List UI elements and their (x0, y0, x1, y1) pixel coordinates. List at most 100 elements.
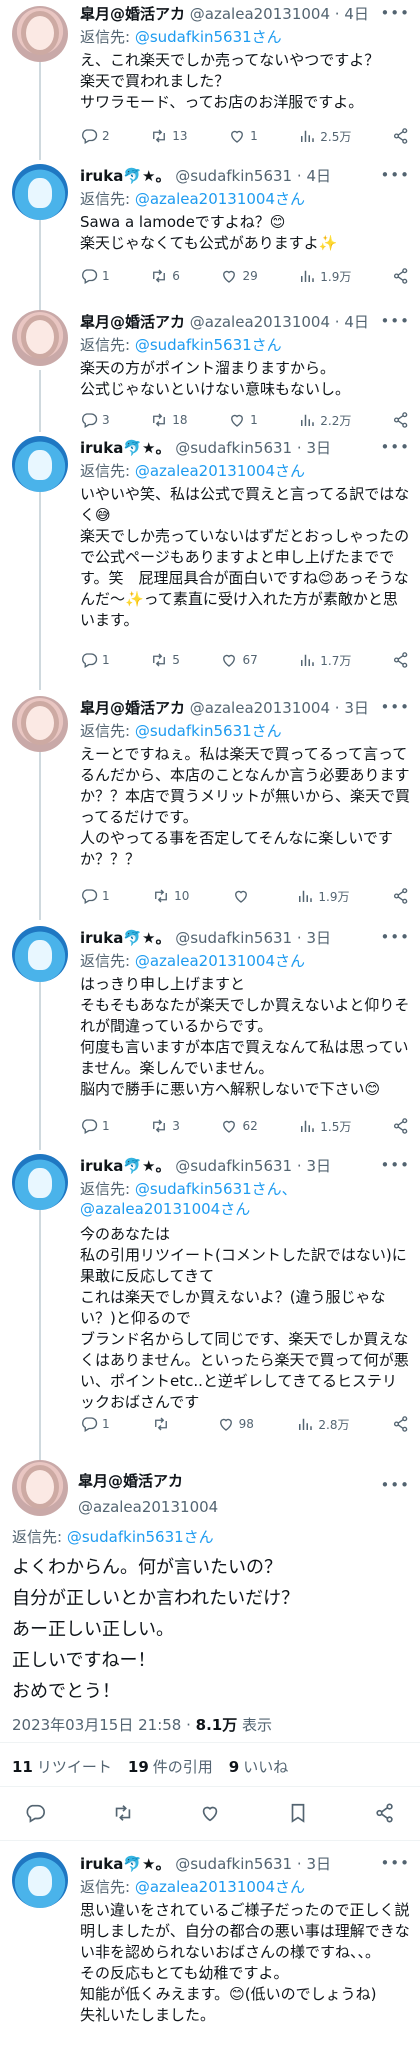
more-options-icon[interactable]: ••• (380, 4, 410, 22)
tweet[interactable]: iruka🐬★。 @sudafkin5631 · 3日 ••• 返信先: @az… (0, 434, 420, 684)
tweet[interactable]: iruka🐬★。 @sudafkin5631 · 3日 ••• 返信先: @su… (0, 1152, 420, 1452)
avatar[interactable] (12, 436, 68, 492)
avatar[interactable] (12, 1852, 68, 1908)
timestamp[interactable]: 4日 (344, 313, 369, 331)
user-handle[interactable]: @sudafkin5631 (175, 167, 292, 185)
tweet[interactable]: 皐月@婚活アカ @azalea20131004 · 4日 ••• 返信先: @s… (0, 308, 420, 433)
tweet[interactable]: iruka🐬★。 @sudafkin5631 · 3日 ••• 返信先: @az… (0, 1850, 420, 2048)
user-handle[interactable]: @sudafkin5631 (175, 929, 292, 947)
retweet-button[interactable]: 18 (150, 411, 188, 429)
mention-link[interactable]: @azalea20131004さん (135, 1878, 305, 1896)
post-date[interactable]: 2023年03月15日 21:58 · (12, 1716, 196, 1734)
retweet-icon[interactable] (112, 1802, 134, 1824)
display-name[interactable]: 皐月@婚活アカ (80, 699, 185, 717)
mention-link[interactable]: @azalea20131004さん (135, 462, 305, 480)
share-button[interactable] (392, 1415, 410, 1433)
reply-button[interactable]: 2 (80, 127, 110, 145)
like-button[interactable]: 1 (228, 411, 258, 429)
mention-link[interactable]: @sudafkin5631さん (135, 28, 282, 46)
timestamp[interactable]: 4日 (306, 167, 331, 185)
reply-button[interactable]: 1 (80, 887, 110, 905)
reply-button[interactable]: 1 (80, 651, 110, 669)
like-button[interactable] (232, 887, 254, 905)
more-options-icon[interactable]: ••• (380, 438, 410, 456)
retweet-stat[interactable]: 11 リツイート (12, 1756, 112, 1777)
share-icon[interactable] (374, 1802, 396, 1824)
display-name[interactable]: iruka🐬★。 (80, 439, 170, 457)
more-options-icon[interactable]: ••• (380, 1476, 410, 1494)
tweet[interactable]: 皐月@婚活アカ @azalea20131004 · 4日 ••• 返信先: @s… (0, 0, 420, 155)
display-name[interactable]: 皐月@婚活アカ (80, 5, 185, 23)
share-button[interactable] (392, 1117, 410, 1135)
views-button[interactable]: 2.5万 (298, 127, 351, 145)
views-button[interactable]: 1.7万 (298, 651, 351, 669)
user-handle[interactable]: @sudafkin5631 (175, 439, 292, 457)
user-handle[interactable]: @azalea20131004 (78, 1498, 218, 1516)
display-name[interactable]: iruka🐬★。 (80, 167, 170, 185)
user-handle[interactable]: @sudafkin5631 (175, 1855, 292, 1873)
more-options-icon[interactable]: ••• (380, 1156, 410, 1174)
display-name[interactable]: iruka🐬★。 (80, 929, 170, 947)
reply-button[interactable]: 1 (80, 1415, 110, 1433)
retweet-button[interactable]: 5 (150, 651, 180, 669)
retweet-button[interactable]: 10 (152, 887, 189, 905)
views-button[interactable]: 2.2万 (298, 411, 351, 429)
mention-link[interactable]: @azalea20131004さん (135, 190, 305, 208)
reply-button[interactable]: 1 (80, 1117, 110, 1135)
retweet-button[interactable]: 3 (150, 1117, 180, 1135)
display-name[interactable]: 皐月@婚活アカ (80, 313, 185, 331)
user-handle[interactable]: @azalea20131004 (190, 313, 330, 331)
like-button[interactable]: 29 (220, 267, 258, 285)
like-button[interactable]: 62 (220, 1117, 258, 1135)
avatar[interactable] (12, 310, 68, 366)
timestamp[interactable]: 3日 (306, 439, 331, 457)
avatar[interactable] (12, 696, 68, 752)
views-button[interactable]: 1.9万 (298, 267, 351, 285)
display-name[interactable]: iruka🐬★。 (80, 1855, 170, 1873)
quote-stat[interactable]: 19 件の引用 (128, 1756, 213, 1777)
like-stat[interactable]: 9 いいね (229, 1756, 288, 1777)
more-options-icon[interactable]: ••• (380, 1854, 410, 1872)
reply-button[interactable]: 1 (80, 267, 110, 285)
heart-icon[interactable] (199, 1802, 221, 1824)
more-options-icon[interactable]: ••• (380, 698, 410, 716)
tweet[interactable]: iruka🐬★。 @sudafkin5631 · 4日 ••• 返信先: @az… (0, 162, 420, 300)
timestamp[interactable]: 4日 (344, 5, 369, 23)
retweet-button[interactable]: 13 (150, 127, 188, 145)
user-handle[interactable]: @azalea20131004 (190, 5, 330, 23)
user-handle[interactable]: @azalea20131004 (190, 699, 330, 717)
more-options-icon[interactable]: ••• (380, 928, 410, 946)
retweet-button[interactable]: 6 (150, 267, 180, 285)
avatar[interactable] (12, 1460, 68, 1516)
retweet-button[interactable] (152, 1415, 174, 1433)
timestamp[interactable]: 3日 (306, 1855, 331, 1873)
display-name[interactable]: iruka🐬★。 (80, 1157, 170, 1175)
reply-button[interactable]: 3 (80, 411, 110, 429)
share-button[interactable] (392, 887, 410, 905)
mention-link[interactable]: @sudafkin5631さん (135, 336, 282, 354)
avatar[interactable] (12, 1154, 68, 1210)
like-button[interactable]: 1 (228, 127, 258, 145)
views-button[interactable]: 1.5万 (298, 1117, 351, 1135)
avatar[interactable] (12, 6, 68, 62)
more-options-icon[interactable]: ••• (380, 312, 410, 330)
avatar[interactable] (12, 164, 68, 220)
mention-link[interactable]: @sudafkin5631さん (67, 1528, 214, 1546)
reply-icon[interactable] (24, 1802, 46, 1824)
like-button[interactable]: 98 (217, 1415, 254, 1433)
share-button[interactable] (392, 411, 410, 429)
views-button[interactable]: 1.9万 (296, 887, 349, 905)
mention-link[interactable]: @azalea20131004さん (135, 952, 305, 970)
focused-tweet[interactable]: 皐月@婚活アカ @azalea20131004 ••• 返信先: @sudafk… (0, 1456, 420, 1851)
timestamp[interactable]: 3日 (344, 699, 369, 717)
share-button[interactable] (392, 127, 410, 145)
bookmark-icon[interactable] (287, 1802, 309, 1824)
share-button[interactable] (392, 651, 410, 669)
like-button[interactable]: 67 (220, 651, 258, 669)
tweet[interactable]: 皐月@婚活アカ @azalea20131004 · 3日 ••• 返信先: @s… (0, 694, 420, 914)
views-button[interactable]: 2.8万 (296, 1415, 349, 1433)
share-button[interactable] (392, 267, 410, 285)
tweet[interactable]: iruka🐬★。 @sudafkin5631 · 3日 ••• 返信先: @az… (0, 924, 420, 1144)
timestamp[interactable]: 3日 (306, 929, 331, 947)
avatar[interactable] (12, 926, 68, 982)
